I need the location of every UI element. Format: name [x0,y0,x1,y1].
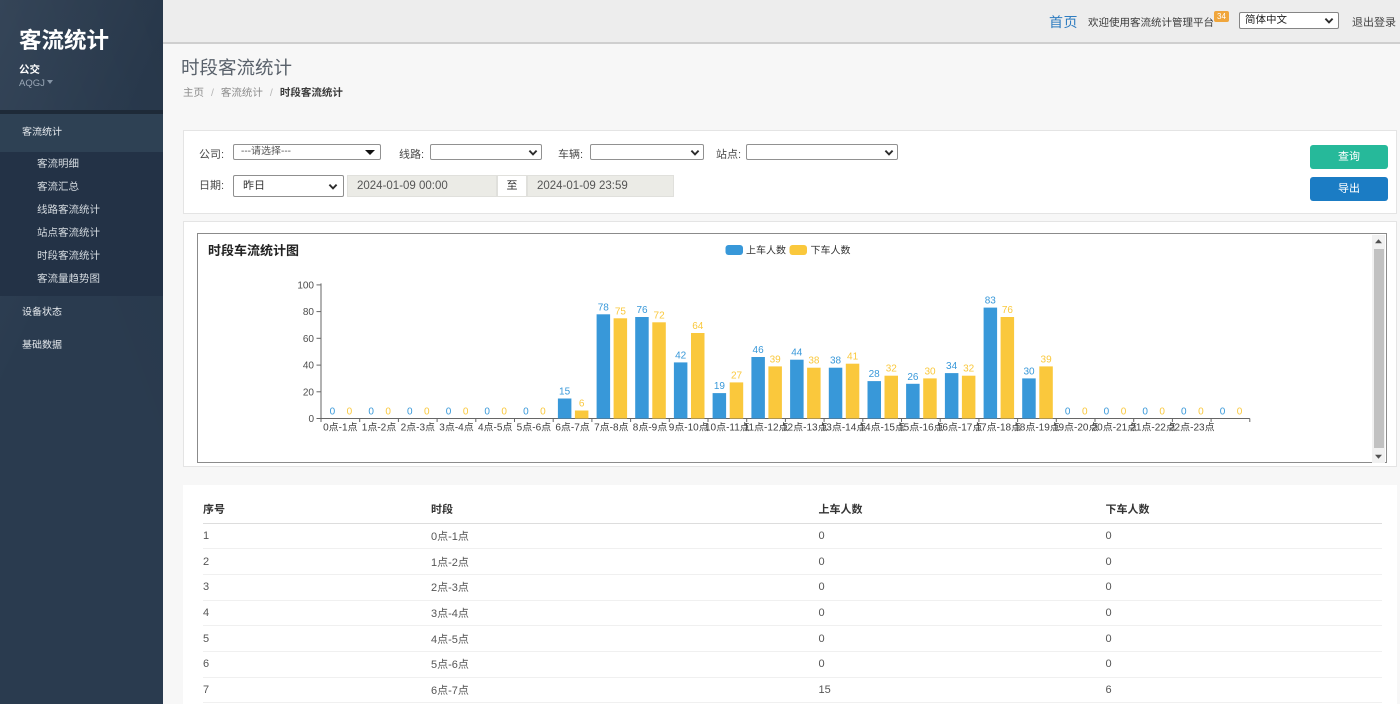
svg-text:72: 72 [654,310,666,321]
svg-text:8点-9点: 8点-9点 [633,422,667,434]
svg-text:32: 32 [886,364,898,375]
svg-text:39: 39 [770,354,782,365]
svg-text:32: 32 [963,364,975,375]
svg-text:0: 0 [463,407,469,418]
svg-text:9点-10点: 9点-10点 [669,422,709,434]
svg-text:78: 78 [598,302,610,313]
svg-text:0: 0 [330,407,336,418]
svg-text:38: 38 [830,356,842,367]
svg-text:5点-6点: 5点-6点 [517,422,551,434]
svg-text:26: 26 [907,372,919,383]
svg-text:0: 0 [368,407,374,418]
svg-text:80: 80 [303,307,315,318]
svg-text:22点-23点: 22点-23点 [1169,422,1215,434]
svg-text:6: 6 [579,399,585,410]
svg-text:0: 0 [385,407,391,418]
svg-text:27: 27 [731,370,743,381]
svg-text:100: 100 [297,280,314,291]
svg-text:0: 0 [1082,407,1088,418]
svg-text:0: 0 [446,407,452,418]
svg-text:0: 0 [484,407,490,418]
svg-text:0: 0 [1065,407,1071,418]
svg-text:41: 41 [847,352,859,363]
svg-text:75: 75 [615,306,627,317]
svg-text:0: 0 [308,414,314,425]
svg-text:0: 0 [424,407,430,418]
svg-text:30: 30 [924,366,936,377]
svg-text:39: 39 [1041,354,1053,365]
svg-text:0: 0 [407,407,413,418]
svg-text:0: 0 [1159,407,1165,418]
svg-text:0点-1点: 0点-1点 [323,422,357,434]
svg-text:38: 38 [808,356,820,367]
svg-text:0: 0 [1220,407,1226,418]
svg-text:0: 0 [1121,407,1127,418]
svg-text:0: 0 [1142,407,1148,418]
svg-text:44: 44 [791,348,803,359]
svg-text:0: 0 [1181,407,1187,418]
svg-text:28: 28 [869,369,881,380]
svg-text:64: 64 [692,321,704,332]
svg-text:76: 76 [1002,305,1014,316]
svg-text:30: 30 [1023,366,1035,377]
svg-text:0: 0 [347,407,353,418]
svg-text:40: 40 [303,361,315,372]
svg-text:34: 34 [946,361,958,372]
svg-text:0: 0 [1198,407,1204,418]
svg-text:15: 15 [559,387,571,398]
svg-text:0: 0 [540,407,546,418]
svg-text:0: 0 [523,407,529,418]
svg-text:3点-4点: 3点-4点 [439,422,473,434]
svg-text:20: 20 [303,387,315,398]
svg-text:7点-8点: 7点-8点 [594,422,628,434]
svg-text:6点-7点: 6点-7点 [555,422,589,434]
svg-text:42: 42 [675,350,687,361]
svg-text:2点-3点: 2点-3点 [401,422,435,434]
svg-text:19: 19 [714,381,726,392]
svg-text:上车人数: 上车人数 [746,245,786,257]
svg-text:4点-5点: 4点-5点 [478,422,512,434]
svg-text:60: 60 [303,334,315,345]
svg-text:0: 0 [1237,407,1243,418]
svg-text:1点-2点: 1点-2点 [362,422,396,434]
svg-text:76: 76 [636,305,648,316]
svg-text:83: 83 [985,296,997,307]
svg-text:46: 46 [753,345,765,356]
svg-text:下车人数: 下车人数 [811,245,851,257]
svg-text:0: 0 [1104,407,1110,418]
svg-text:0: 0 [501,407,507,418]
